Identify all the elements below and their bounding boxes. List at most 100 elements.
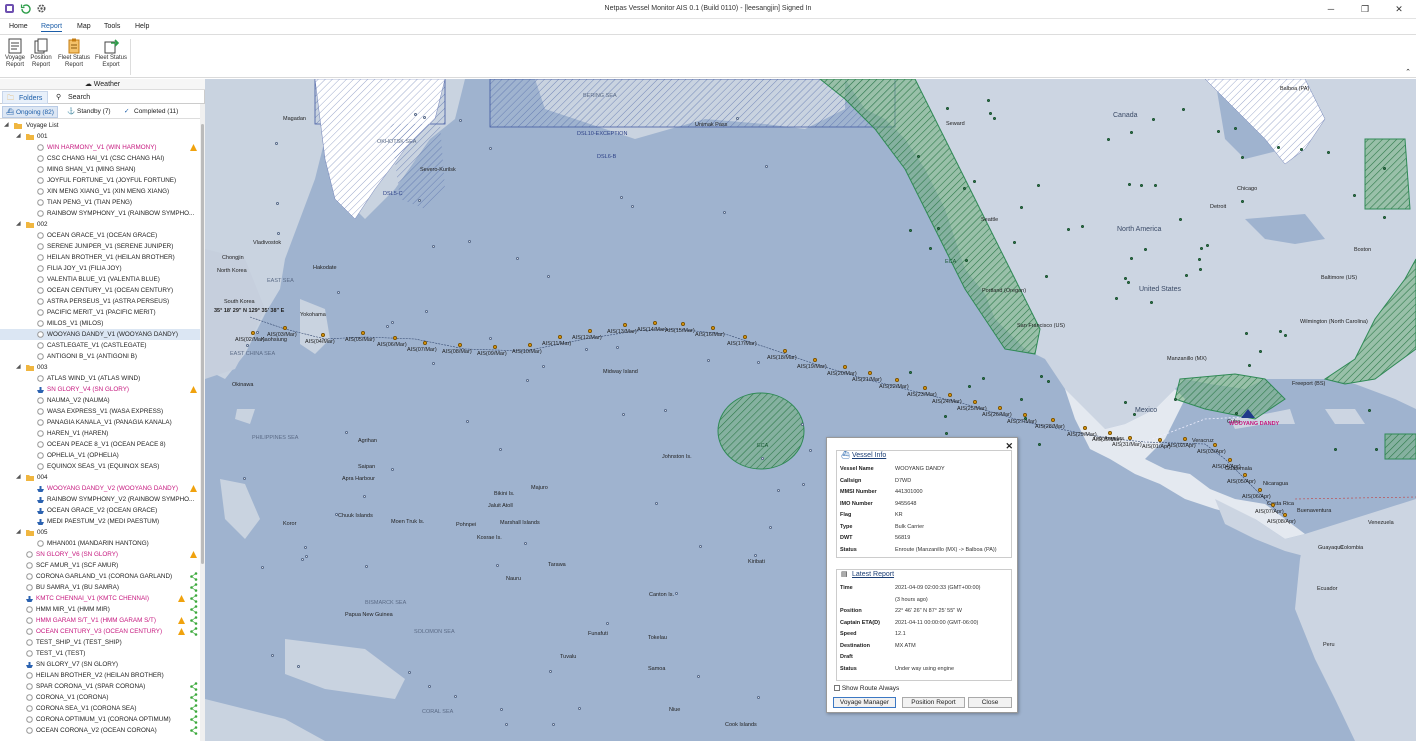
tree-folder[interactable]: ◢ 004 xyxy=(0,472,200,483)
port-marker[interactable] xyxy=(967,384,971,388)
ais-point-marker[interactable] xyxy=(251,331,255,335)
list-item[interactable]: KMTC CHENNAI_V1 (KMTC CHENNAI) xyxy=(0,593,200,604)
list-item[interactable]: RAINBOW SYMPHONY_V1 (RAINBOW SYMPHO... xyxy=(0,208,200,219)
ais-point-marker[interactable] xyxy=(1258,488,1262,492)
map-view[interactable]: Canada North America United States Mexic… xyxy=(205,79,1416,741)
list-item[interactable]: CORONA SEA_V1 (CORONA SEA) xyxy=(0,703,200,714)
port-marker[interactable] xyxy=(1198,267,1202,271)
ais-point-marker[interactable] xyxy=(423,341,427,345)
port-marker[interactable] xyxy=(1044,274,1048,278)
list-item[interactable]: CORONA GARLAND_V1 (CORONA GARLAND) xyxy=(0,571,200,582)
list-item[interactable]: SN GLORY_V4 (SN GLORY) xyxy=(0,384,200,395)
port-marker[interactable] xyxy=(548,669,552,673)
port-marker[interactable] xyxy=(962,186,966,190)
list-item[interactable]: OCEAN PEACE 8_V1 (OCEAN PEACE 8) xyxy=(0,439,200,450)
list-item[interactable]: XIN MENG XIANG_V1 (XIN MENG XIANG) xyxy=(0,186,200,197)
menu-report[interactable]: Report xyxy=(41,23,63,32)
port-marker[interactable] xyxy=(432,245,435,248)
list-item[interactable]: SPAR CORONA_V1 (SPAR CORONA) xyxy=(0,681,200,692)
ais-point-marker[interactable] xyxy=(868,371,872,375)
port-marker[interactable] xyxy=(577,706,581,710)
list-item[interactable]: BU SAMRA_V1 (BU SAMRA) xyxy=(0,582,200,593)
ais-point-marker[interactable] xyxy=(458,343,462,347)
port-marker[interactable] xyxy=(756,360,760,364)
ais-point-marker[interactable] xyxy=(948,393,952,397)
port-marker[interactable] xyxy=(1334,447,1338,451)
port-marker[interactable] xyxy=(1080,225,1084,229)
port-marker[interactable] xyxy=(336,290,340,294)
port-marker[interactable] xyxy=(304,545,308,549)
ais-point-marker[interactable] xyxy=(1183,437,1187,441)
list-item[interactable]: CSC CHANG HAI_V1 (CSC CHANG HAI) xyxy=(0,153,200,164)
port-marker[interactable] xyxy=(1278,329,1282,333)
port-marker[interactable] xyxy=(1374,448,1378,452)
port-marker[interactable] xyxy=(390,467,394,471)
ais-point-marker[interactable] xyxy=(493,345,497,349)
list-item[interactable]: MHAN001 (MANDARIN HANTONG) xyxy=(0,538,200,549)
ais-point-marker[interactable] xyxy=(558,335,562,339)
collapse-arrow-icon[interactable]: ◢ xyxy=(16,472,21,483)
voyage-report-button[interactable]: Voyage Report xyxy=(3,38,27,69)
port-marker[interactable] xyxy=(364,565,368,569)
ais-point-marker[interactable] xyxy=(623,323,627,327)
list-item[interactable]: WIN HARMONY_V1 (WIN HARMONY) xyxy=(0,142,200,153)
port-marker[interactable] xyxy=(699,544,703,548)
ais-point-marker[interactable] xyxy=(711,326,715,330)
fleet-status-export-button[interactable]: Fleet Status Export xyxy=(93,38,129,69)
list-item[interactable]: MILOS_V1 (MILOS) xyxy=(0,318,200,329)
list-item[interactable]: SN GLORY_V6 (SN GLORY) xyxy=(0,549,200,560)
port-marker[interactable] xyxy=(1114,297,1118,301)
tab-folders[interactable]: 🗀 Folders xyxy=(2,91,48,104)
ais-point-marker[interactable] xyxy=(973,400,977,404)
list-item[interactable]: OCEAN GRACE_V2 (OCEAN GRACE) xyxy=(0,505,200,516)
port-marker[interactable] xyxy=(735,117,739,121)
list-item[interactable]: WOOYANG DANDY_V1 (WOOYANG DANDY) xyxy=(0,329,200,340)
ais-point-marker[interactable] xyxy=(681,322,685,326)
ais-point-marker[interactable] xyxy=(1243,473,1247,477)
checkbox-box[interactable] xyxy=(834,685,840,692)
list-item[interactable]: TEST_V1 (TEST) xyxy=(0,648,200,659)
port-marker[interactable] xyxy=(768,526,772,530)
list-item[interactable]: SCF AMUR_V1 (SCF AMUR) xyxy=(0,560,200,571)
port-marker[interactable] xyxy=(552,722,556,726)
menu-help[interactable]: Help xyxy=(135,23,149,30)
vessel-marker-icon[interactable] xyxy=(1241,409,1255,419)
port-marker[interactable] xyxy=(606,621,610,625)
list-item[interactable]: SN GLORY_V7 (SN GLORY) xyxy=(0,659,200,670)
list-item[interactable]: RAINBOW SYMPHONY_V2 (RAINBOW SYMPHO... xyxy=(0,494,200,505)
ais-point-marker[interactable] xyxy=(1051,418,1055,422)
port-marker[interactable] xyxy=(917,154,921,158)
ais-point-marker[interactable] xyxy=(321,333,325,337)
port-marker[interactable] xyxy=(488,336,492,340)
ais-point-marker[interactable] xyxy=(361,331,365,335)
list-item[interactable]: WOOYANG DANDY_V2 (WOOYANG DANDY) xyxy=(0,483,200,494)
menu-tools[interactable]: Tools xyxy=(104,23,120,30)
list-item[interactable]: TEST_SHIP_V1 (TEST_SHIP) xyxy=(0,637,200,648)
list-item[interactable]: EQUINOX SEAS_V1 (EQUINOX SEAS) xyxy=(0,461,200,472)
list-item[interactable]: HMM MIR_V1 (HMM MIR) xyxy=(0,604,200,615)
list-item[interactable]: HMM GARAM S/T_V1 (HMM GARAM S/T) xyxy=(0,615,200,626)
ais-point-marker[interactable] xyxy=(813,358,817,362)
voyage-manager-button[interactable]: Voyage Manager xyxy=(833,697,896,708)
port-marker[interactable] xyxy=(655,501,659,505)
port-marker[interactable] xyxy=(1233,126,1237,130)
ais-point-marker[interactable] xyxy=(1128,436,1132,440)
list-item[interactable]: OCEAN CORONA_V2 (OCEAN CORONA) xyxy=(0,725,200,736)
tree-folder[interactable]: ◢ 005 xyxy=(0,527,200,538)
ais-point-marker[interactable] xyxy=(1228,458,1232,462)
list-item[interactable]: ANTIGONI B_V1 (ANTIGONI B) xyxy=(0,351,200,362)
ais-point-marker[interactable] xyxy=(743,335,747,339)
list-item[interactable]: CORONA_V1 (CORONA) xyxy=(0,692,200,703)
position-report-button[interactable]: Position Report xyxy=(28,38,54,69)
close-window-button[interactable]: ✕ xyxy=(1382,0,1416,19)
ais-point-marker[interactable] xyxy=(1271,503,1275,507)
port-marker[interactable] xyxy=(431,361,435,365)
list-item[interactable]: JOYFUL FORTUNE_V1 (JOYFUL FORTUNE) xyxy=(0,175,200,186)
port-marker[interactable] xyxy=(427,685,431,689)
port-marker[interactable] xyxy=(1258,350,1262,354)
port-marker[interactable] xyxy=(541,364,545,368)
list-item[interactable]: MING SHAN_V1 (MING SHAN) xyxy=(0,164,200,175)
port-marker[interactable] xyxy=(242,477,246,481)
list-item[interactable]: NAUMA_V2 (NAUMA) xyxy=(0,395,200,406)
fleet-status-report-button[interactable]: Fleet Status Report xyxy=(56,38,92,69)
